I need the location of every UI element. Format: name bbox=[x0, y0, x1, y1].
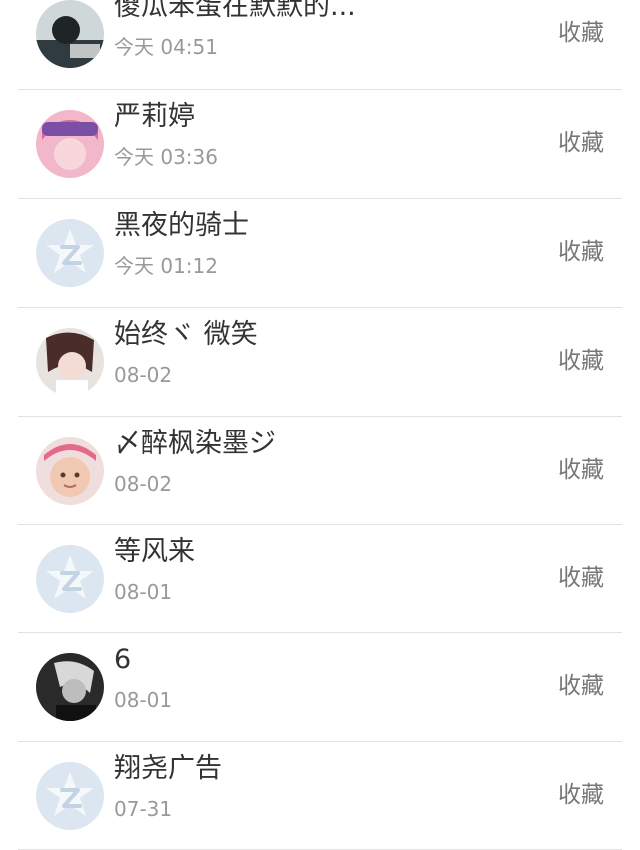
favorite-button[interactable]: 收藏 bbox=[558, 455, 604, 485]
item-name: 6 bbox=[114, 644, 132, 675]
avatar[interactable] bbox=[36, 653, 104, 721]
favorite-button[interactable]: 收藏 bbox=[558, 237, 604, 267]
avatar[interactable] bbox=[36, 219, 104, 287]
item-time: 08-01 bbox=[114, 580, 173, 604]
item-time: 今天 01:12 bbox=[114, 254, 218, 278]
item-time: 07-31 bbox=[114, 797, 173, 821]
item-time: 今天 03:36 bbox=[114, 145, 218, 169]
item-time: 08-01 bbox=[114, 688, 173, 712]
favorite-button[interactable]: 收藏 bbox=[558, 671, 604, 701]
item-name: 傻瓜笨蛋在默默的... bbox=[114, 0, 356, 22]
favorite-button[interactable]: 收藏 bbox=[558, 563, 604, 593]
avatar[interactable] bbox=[36, 545, 104, 613]
avatar[interactable] bbox=[36, 328, 104, 396]
item-name: 黑夜的骑士 bbox=[114, 210, 249, 241]
item-name: 始终ヾ 微笑 bbox=[114, 319, 258, 350]
avatar[interactable] bbox=[36, 110, 104, 178]
favorite-button[interactable]: 收藏 bbox=[558, 346, 604, 376]
item-time: 今天 04:51 bbox=[114, 35, 218, 59]
visitor-list: 傻瓜笨蛋在默默的... 今天 04:51 收藏 严莉婷 今天 03:36 收藏 bbox=[0, 0, 640, 850]
list-item[interactable]: 傻瓜笨蛋在默默的... 今天 04:51 收藏 bbox=[0, 0, 640, 88]
list-item[interactable]: 6 08-01 收藏 bbox=[0, 633, 640, 741]
list-item[interactable]: 黑夜的骑士 今天 01:12 收藏 bbox=[0, 199, 640, 307]
favorite-button[interactable]: 收藏 bbox=[558, 18, 604, 48]
item-name: 严莉婷 bbox=[114, 101, 195, 132]
list-item[interactable]: 〆醉枫染墨ジ 08-02 收藏 bbox=[0, 417, 640, 525]
item-name: 等风来 bbox=[114, 536, 195, 567]
item-name: 翔尧广告 bbox=[114, 753, 222, 784]
avatar[interactable] bbox=[36, 437, 104, 505]
favorite-button[interactable]: 收藏 bbox=[558, 780, 604, 810]
avatar[interactable] bbox=[36, 0, 104, 68]
list-item[interactable]: 始终ヾ 微笑 08-02 收藏 bbox=[0, 308, 640, 416]
list-item[interactable]: 严莉婷 今天 03:36 收藏 bbox=[0, 90, 640, 198]
list-item[interactable]: 翔尧广告 07-31 收藏 bbox=[0, 742, 640, 850]
avatar[interactable] bbox=[36, 762, 104, 830]
list-item[interactable]: 等风来 08-01 收藏 bbox=[0, 525, 640, 633]
favorite-button[interactable]: 收藏 bbox=[558, 128, 604, 158]
item-time: 08-02 bbox=[114, 472, 173, 496]
item-time: 08-02 bbox=[114, 363, 173, 387]
item-name: 〆醉枫染墨ジ bbox=[114, 428, 276, 459]
